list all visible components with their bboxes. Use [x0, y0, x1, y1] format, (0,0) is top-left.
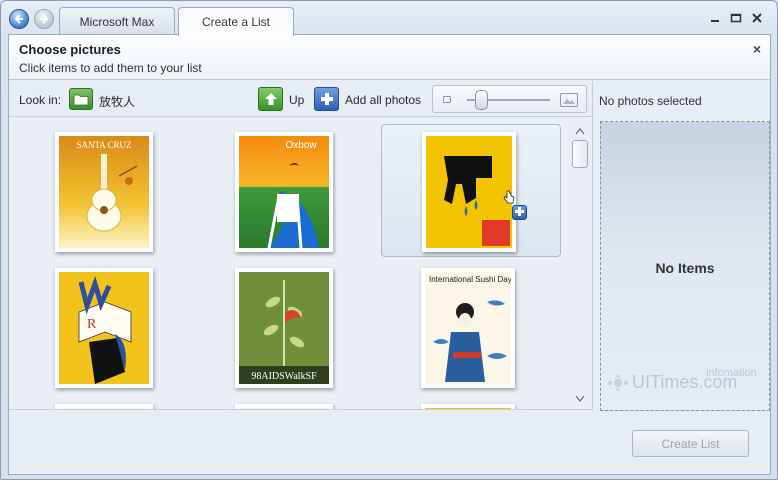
arrow-right-icon [40, 14, 49, 24]
up-button[interactable] [258, 87, 283, 111]
poster-title: 98AIDSWalkSF [251, 371, 317, 382]
poster-title: International Sushi Day [429, 275, 511, 284]
scroll-down-icon[interactable] [574, 395, 586, 403]
hand-cursor-icon [503, 190, 515, 204]
add-to-list-badge[interactable] [512, 205, 527, 220]
close-icon[interactable] [751, 13, 763, 23]
picture-toolbar: Look in: 放牧人 Up Add all photos [9, 81, 592, 117]
scrollbar-thumb[interactable] [572, 140, 588, 168]
add-all-photos-label[interactable]: Add all photos [345, 93, 421, 107]
maximize-icon[interactable] [730, 13, 742, 23]
image-icon [563, 99, 575, 104]
picture-item[interactable]: SANTA CRUZ [19, 123, 199, 256]
folder-button[interactable] [69, 88, 93, 110]
forward-button[interactable] [34, 9, 54, 29]
watermark: UITimes.com infomation [605, 367, 765, 394]
selected-items-list[interactable]: No Items UITimes.com infomation [600, 121, 770, 411]
create-list-button[interactable]: Create List [632, 430, 749, 457]
panel-divider [592, 81, 593, 411]
large-thumbnail-icon[interactable] [560, 93, 578, 107]
picture-thumbnail[interactable]: 98AIDSWalkSF [235, 268, 333, 388]
selection-status: No photos selected [599, 94, 702, 108]
plus-icon [515, 207, 524, 216]
poster-title: Oxbow [285, 140, 317, 151]
tab-microsoft-max[interactable]: Microsoft Max [59, 7, 175, 35]
zoom-control [432, 85, 587, 113]
small-thumbnail-icon[interactable] [443, 96, 451, 103]
guitar-poster-image: SANTA CRUZ [59, 136, 149, 248]
svg-text:R: R [87, 317, 97, 332]
tab-create-a-list[interactable]: Create a List [178, 7, 294, 36]
hand-book-poster-image: R [59, 272, 149, 384]
folder-name[interactable]: 放牧人 [99, 93, 135, 110]
grid-divider [9, 409, 592, 410]
gun-poster-image [426, 136, 512, 248]
create-list-panel: Choose pictures Click items to add them … [8, 34, 771, 475]
picture-grid: SANTA CRUZ Oxbow R 98AIDSWalkSF Internat… [9, 118, 592, 409]
grid-scrollbar[interactable] [572, 123, 588, 408]
picture-thumbnail[interactable]: International Sushi Day [421, 268, 515, 388]
picture-item[interactable]: Oxbow [199, 123, 379, 256]
arrow-left-icon [14, 14, 23, 24]
plus-icon [320, 93, 333, 105]
panel-header: Choose pictures Click items to add them … [9, 35, 770, 80]
zoom-slider-thumb[interactable] [474, 90, 488, 110]
folder-icon [73, 94, 89, 105]
tab-label: Microsoft Max [79, 14, 155, 29]
title-bar: Microsoft Max Create a List [1, 1, 777, 36]
back-button[interactable] [9, 9, 29, 29]
watermark-small-text: infomation [706, 367, 757, 379]
page-subtitle: Click items to add them to your list [19, 61, 202, 75]
picture-item[interactable]: International Sushi Day [381, 264, 561, 397]
oxbow-poster-image: Oxbow [239, 136, 329, 248]
aids-walk-poster-image: 98AIDSWalkSF [239, 272, 329, 384]
tab-label: Create a List [201, 15, 271, 29]
watermark-logo-icon [608, 375, 628, 391]
app-window: Microsoft Max Create a List Choose pictu… [0, 0, 778, 480]
picture-item[interactable]: 98AIDSWalkSF [199, 264, 379, 397]
picture-thumbnail[interactable]: R [55, 268, 153, 388]
add-all-photos-button[interactable] [314, 87, 339, 111]
arrow-up-icon [264, 93, 277, 105]
poster-title: SANTA CRUZ [76, 140, 131, 150]
panel-close-button[interactable]: × [753, 41, 761, 57]
look-in-label: Look in: [19, 93, 62, 107]
sushi-day-poster-image: International Sushi Day [425, 272, 511, 384]
picture-item-selected[interactable] [381, 124, 561, 257]
page-title: Choose pictures [19, 42, 121, 57]
empty-list-label: No Items [655, 260, 715, 276]
up-label[interactable]: Up [289, 93, 304, 107]
picture-thumbnail[interactable]: Oxbow [235, 132, 333, 252]
picture-thumbnail[interactable]: SANTA CRUZ [55, 132, 153, 252]
minimize-icon[interactable] [709, 13, 721, 23]
scroll-up-icon[interactable] [574, 127, 586, 135]
create-list-label: Create List [661, 436, 720, 451]
picture-item[interactable]: R [19, 264, 199, 397]
